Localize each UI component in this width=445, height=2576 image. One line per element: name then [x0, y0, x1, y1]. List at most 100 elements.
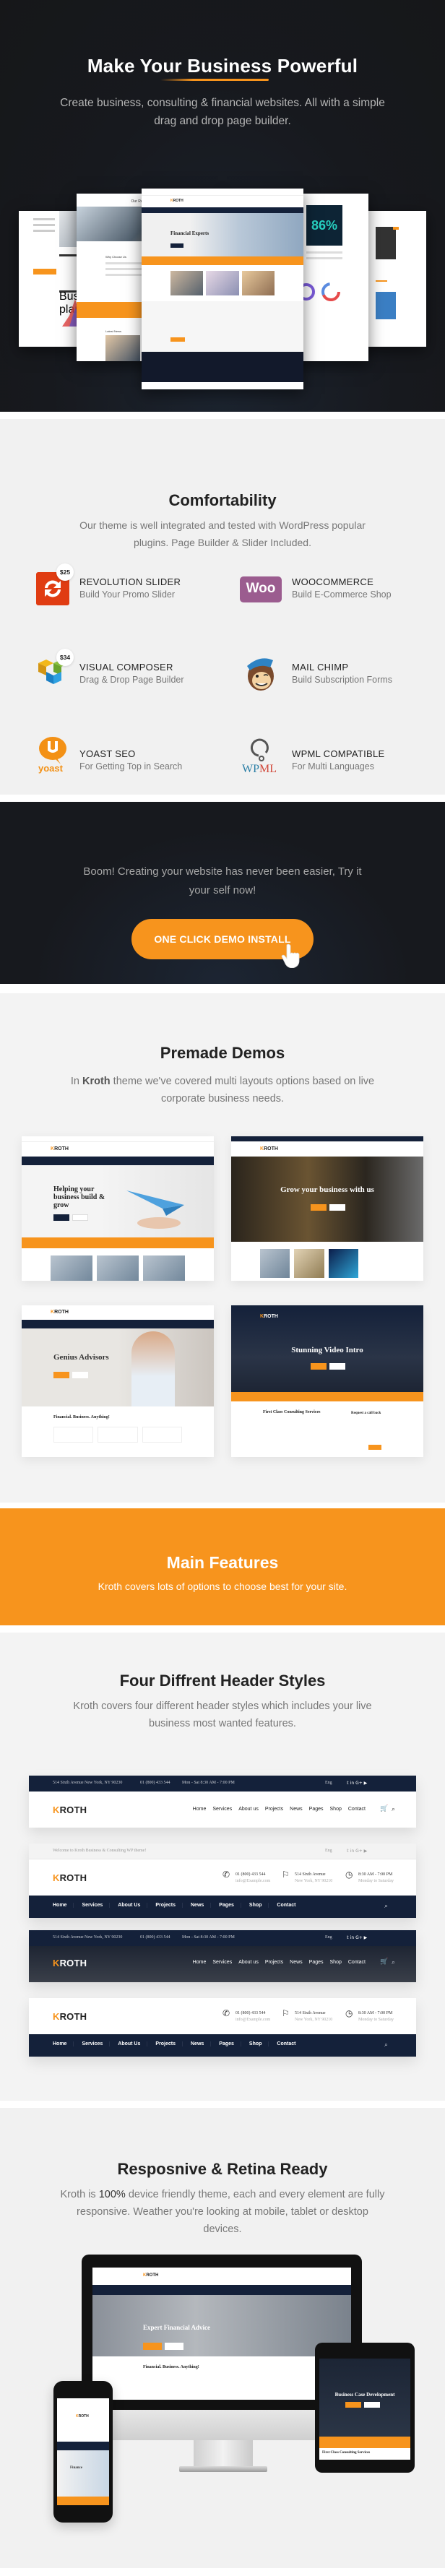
menu-pages[interactable]: Pages	[309, 1807, 324, 1812]
wpml-icon: WPML	[240, 734, 280, 779]
menu-contact[interactable]: Contact	[277, 2041, 302, 2046]
comfort-title: Comfortability	[168, 491, 277, 509]
percent-highlight: 100%	[98, 2189, 126, 2200]
hand-pointer-icon	[281, 943, 300, 968]
language-select[interactable]: Eng	[325, 1781, 332, 1785]
menu-home[interactable]: Home	[193, 1960, 207, 1965]
menu-services[interactable]: Services	[212, 1960, 232, 1965]
menu-services[interactable]: Services	[212, 1807, 232, 1812]
search-icon[interactable]: ⌕	[384, 2041, 388, 2049]
monitor-stand	[194, 2440, 253, 2469]
welcome-text: Welcome to Kroth Business & Consulting W…	[53, 1849, 147, 1853]
text: Kroth is	[60, 2189, 99, 2200]
mailchimp-icon	[241, 653, 280, 693]
menu-home[interactable]: Home	[53, 1903, 74, 1908]
demo-card-3[interactable]: KROTH Genius Advisors Financial. Busines…	[22, 1305, 214, 1457]
menu-shop[interactable]: Shop	[330, 1960, 342, 1965]
demo-headline: Stunning Video Intro	[291, 1346, 363, 1354]
demo-headline: Grow your business with us	[280, 1185, 374, 1194]
cta-text: Boom! Creating your website has never be…	[83, 865, 362, 896]
menu-pages[interactable]: Pages	[219, 1903, 241, 1908]
menu-projects[interactable]: Projects	[265, 1960, 283, 1965]
plugin-name: YOAST SEO	[79, 748, 136, 759]
kroth-logo[interactable]: KROTH	[53, 2011, 87, 2022]
price-badge: $34	[56, 649, 74, 666]
menu-projects[interactable]: Projects	[155, 1903, 183, 1908]
phone-text: 01 (800) 433 544	[140, 1781, 170, 1785]
hero-section: Make Your Business Powerful Create busin…	[0, 0, 445, 412]
plugin-name: WPML COMPATIBLE	[292, 748, 385, 759]
social-icons[interactable]: 𝕥 in G+ ▶	[347, 1781, 367, 1786]
menu-services[interactable]: Services	[82, 2041, 111, 2046]
header-styles-section: Four Diffrent Header Styles Kroth covers…	[0, 1633, 445, 2101]
yoast-icon: yoast	[36, 735, 69, 779]
menu-shop[interactable]: Shop	[249, 2041, 269, 2046]
search-icon[interactable]: ⌕	[392, 1805, 395, 1813]
menu-shop[interactable]: Shop	[330, 1807, 342, 1812]
responsive-title: Resposnive & Retina Ready	[117, 2160, 328, 2178]
menu-contact[interactable]: Contact	[348, 1807, 366, 1812]
header-style-2: Welcome to Kroth Business & Consulting W…	[29, 1844, 416, 1918]
menu-shop[interactable]: Shop	[249, 1903, 269, 1908]
demo-section-title: First Class Consulting Services	[263, 1410, 321, 1414]
premade-subtitle: In Kroth theme we've covered multi layou…	[69, 1073, 376, 1107]
yoast-wordmark: yoast	[38, 763, 63, 774]
features-title: Main Features	[166, 1553, 279, 1572]
social-icons[interactable]: 𝕥 in G+ ▶	[347, 1935, 367, 1940]
info-phone: ✆ 01 (800) 433 544 info@Example.com	[222, 1870, 271, 1883]
headers-subtitle: Kroth covers four different header style…	[73, 1700, 372, 1729]
social-icons[interactable]: 𝕥 in G+ ▶	[347, 1849, 367, 1854]
language-select[interactable]: Eng	[325, 1849, 332, 1853]
plugin-name: MAIL CHIMP	[292, 662, 349, 673]
phone-headline: Finance	[70, 2466, 82, 2470]
menu-about[interactable]: About us	[238, 1960, 259, 1965]
plugin-desc: Build E-Commerce Shop	[292, 589, 392, 600]
plugin-yoast-seo: yoast YOAST SEO For Getting Top in Searc…	[36, 737, 224, 787]
info-hours: ◷ 8:30 AM - 7:00 PM Monday to Saturday	[345, 2008, 394, 2022]
responsive-section: Resposnive & Retina Ready Kroth is 100% …	[0, 2108, 445, 2568]
demo-card-1[interactable]: KROTH Helping your business build & grow	[22, 1136, 214, 1281]
premade-demos-section: Premade Demos In Kroth theme we've cover…	[0, 993, 445, 1503]
tablet-device: Business Case Development First Class Co…	[315, 2343, 415, 2473]
menu-about[interactable]: About us	[238, 1807, 259, 1812]
header-style-3: 514 Sixth Avenue New York, NY 90230 01 (…	[29, 1930, 416, 1982]
hero-subtitle: Create business, consulting & financial …	[60, 97, 385, 127]
menu-news[interactable]: News	[290, 1807, 303, 1812]
menu-news[interactable]: News	[290, 1960, 303, 1965]
menu-home[interactable]: Home	[53, 2041, 74, 2046]
menu-contact[interactable]: Contact	[348, 1960, 366, 1965]
woocommerce-icon: Woo	[240, 576, 282, 602]
search-icon[interactable]: ⌕	[392, 1958, 395, 1966]
menu-pages[interactable]: Pages	[219, 2041, 241, 2046]
menu-about[interactable]: About Us	[118, 1903, 148, 1908]
kroth-logo[interactable]: KROTH	[53, 1805, 87, 1815]
menu-home[interactable]: Home	[193, 1807, 207, 1812]
desktop-section-title: Financial. Business. Anything!	[143, 2365, 199, 2369]
cart-icon[interactable]: 🛒	[380, 1805, 388, 1812]
tablet-headline: Business Case Development	[334, 2392, 395, 2398]
menu-contact[interactable]: Contact	[277, 1903, 302, 1908]
menu-projects[interactable]: Projects	[265, 1807, 283, 1812]
plugin-woocommerce: Woo WOOCOMMERCE Build E-Commerce Shop	[240, 572, 428, 615]
language-select[interactable]: Eng	[325, 1935, 332, 1940]
menu-news[interactable]: News	[191, 1903, 212, 1908]
menu-pages[interactable]: Pages	[309, 1960, 324, 1965]
kroth-logo[interactable]: KROTH	[53, 1872, 87, 1883]
plugin-name: VISUAL COMPOSER	[79, 662, 173, 673]
demo-sidebar-title: Request a call back	[351, 1412, 381, 1415]
demo-card-2[interactable]: KROTH Grow your business with us	[231, 1136, 423, 1281]
cart-icon[interactable]: 🛒	[380, 1958, 388, 1966]
main-features-banner: Main Features Kroth covers lots of optio…	[0, 1508, 445, 1625]
comfortability-section: Comfortability Our theme is well integra…	[0, 419, 445, 795]
menu-news[interactable]: News	[191, 2041, 212, 2046]
hours-text: Mon - Sat 8:30 AM - 7:00 PM	[182, 1935, 235, 1940]
menu-about[interactable]: About Us	[118, 2041, 148, 2046]
menu-services[interactable]: Services	[82, 1903, 111, 1908]
demo-card-4[interactable]: KROTH Stunning Video Intro First Class C…	[231, 1305, 423, 1457]
mock-headline: Financial Experts	[170, 230, 209, 236]
menu-projects[interactable]: Projects	[155, 2041, 183, 2046]
plugin-name: REVOLUTION SLIDER	[79, 576, 181, 587]
kroth-logo[interactable]: KROTH	[53, 1958, 87, 1968]
search-icon[interactable]: ⌕	[384, 1902, 388, 1910]
headers-title: Four Diffrent Header Styles	[119, 1672, 326, 1690]
